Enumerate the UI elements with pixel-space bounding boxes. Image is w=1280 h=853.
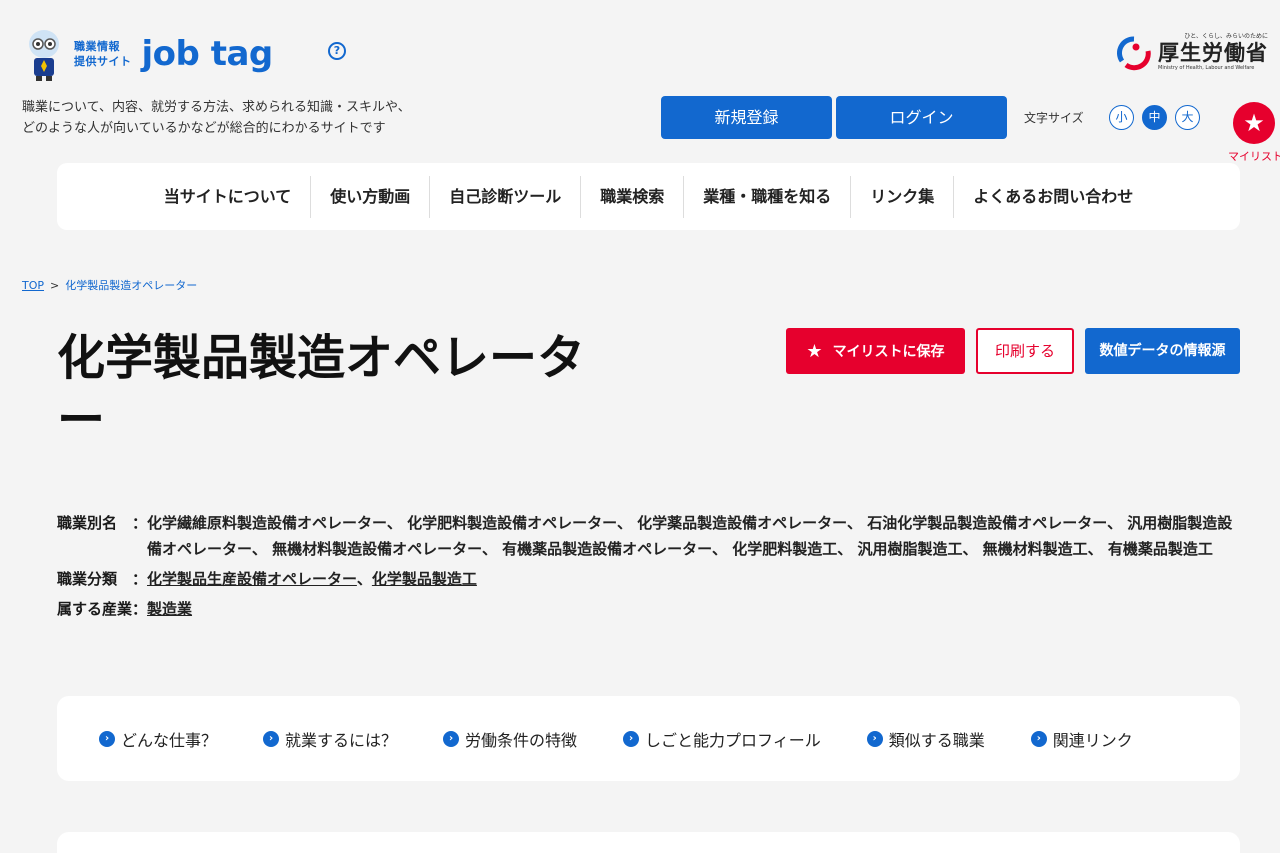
industry-label: 属する産業： xyxy=(57,600,148,618)
chevron-right-icon: › xyxy=(443,730,460,747)
category-separator: 、 xyxy=(356,570,372,588)
ministry-mark-icon xyxy=(1116,35,1152,71)
industry-row: 属する産業： 製造業 xyxy=(57,596,1237,622)
star-icon: ★ xyxy=(1243,109,1265,137)
page-title: 化学製品製造オペレーター xyxy=(57,330,586,448)
register-button[interactable]: 新規登録 xyxy=(661,96,832,139)
nav-item-self-diagnosis[interactable]: 自己診断ツール xyxy=(430,175,582,218)
category-link-1[interactable]: 化学製品生産設備オペレーター xyxy=(147,570,357,588)
category-label: 職業分類 ： xyxy=(57,570,148,588)
chevron-right-icon: › xyxy=(99,730,115,747)
mascot-icon xyxy=(22,26,66,82)
font-size-medium-button[interactable]: 中 xyxy=(1142,105,1167,130)
nav-item-videos[interactable]: 使い方動画 xyxy=(311,175,431,218)
category-link-2[interactable]: 化学製品製造工 xyxy=(372,570,477,588)
font-size-small-button[interactable]: 小 xyxy=(1109,105,1134,130)
nav-item-job-search[interactable]: 職業検索 xyxy=(581,175,685,218)
print-button[interactable]: 印刷する xyxy=(976,328,1074,374)
chevron-right-icon: › xyxy=(866,730,883,747)
alias-row: 職業別名 ： 化学繊維原料製造設備オペレーター、 化学肥料製造設備オペレーター、… xyxy=(57,510,1237,562)
help-icon[interactable]: ? xyxy=(328,42,346,60)
content-card xyxy=(57,832,1240,853)
section-anchor-nav: › どんな仕事？ › 就業するには？ › 労働条件の特徴 › しごと能力プロフィール ›… xyxy=(57,696,1240,781)
anchor-work-conditions[interactable]: › 労働条件の特徴 xyxy=(443,727,577,751)
breadcrumb-top-link[interactable]: TOP xyxy=(22,279,44,292)
anchor-how-to-work[interactable]: › 就業するには？ xyxy=(263,727,397,751)
category-row: 職業分類 ： 化学製品生産設備オペレーター、化学製品製造工 xyxy=(57,566,1237,592)
occupation-meta: 職業別名 ： 化学繊維原料製造設備オペレーター、 化学肥料製造設備オペレーター、… xyxy=(57,510,1237,626)
anchor-similar-jobs[interactable]: › 類似する職業 xyxy=(866,727,985,751)
logo-subtitle: 職業情報 提供サイト xyxy=(74,40,132,68)
ministry-tagline: ひと、くらし、みらいのために xyxy=(1184,33,1268,40)
breadcrumb: TOP > 化学製品製造オペレーター xyxy=(22,277,197,293)
nav-item-faq[interactable]: よくあるお問い合わせ xyxy=(954,176,1152,218)
nav-item-industry[interactable]: 業種・職種を知る xyxy=(684,175,852,218)
breadcrumb-separator: > xyxy=(50,279,60,292)
login-button[interactable]: ログイン xyxy=(836,96,1007,139)
breadcrumb-current: 化学製品製造オペレーター xyxy=(65,279,198,292)
alias-label: 職業別名 ： xyxy=(57,514,148,532)
global-nav: 当サイトについて 使い方動画 自己診断ツール 職業検索 業種・職種を知る リンク… xyxy=(57,163,1240,230)
site-logo[interactable]: 職業情報 提供サイト job tag xyxy=(22,26,273,82)
data-source-button[interactable]: 数値データの情報源 xyxy=(1085,328,1240,374)
mylist-button[interactable]: ★ xyxy=(1233,102,1275,144)
anchor-related-links[interactable]: › 関連リンク xyxy=(1030,727,1133,751)
font-size-label: 文字サイズ xyxy=(1024,111,1084,125)
nav-item-about[interactable]: 当サイトについて xyxy=(145,175,312,218)
chevron-right-icon: › xyxy=(263,730,280,747)
industry-link[interactable]: 製造業 xyxy=(147,600,192,618)
chevron-right-icon: › xyxy=(1030,730,1047,747)
star-icon: ★ xyxy=(806,340,823,362)
logo-text: job tag xyxy=(141,34,274,74)
alias-value: 化学繊維原料製造設備オペレーター、 化学肥料製造設備オペレーター、 化学薬品製造… xyxy=(147,514,1233,558)
save-to-mylist-label: マイリストに保存 xyxy=(832,344,945,360)
mylist-label: マイリスト xyxy=(1228,150,1280,163)
anchor-what-job[interactable]: › どんな仕事？ xyxy=(99,727,217,751)
ministry-logo[interactable]: ひと、くらし、みらいのために 厚生労働省 Ministry of Health,… xyxy=(1116,33,1268,72)
save-to-mylist-button[interactable]: ★ マイリストに保存 xyxy=(786,328,965,374)
chevron-right-icon: › xyxy=(623,730,640,747)
nav-item-links[interactable]: リンク集 xyxy=(851,175,955,218)
font-size-large-button[interactable]: 大 xyxy=(1175,105,1200,130)
ministry-english-name: Ministry of Health, Labour and Welfare xyxy=(1158,65,1255,71)
site-tagline: 職業について、内容、就労する方法、求められる知識・スキルや、 どのような人が向い… xyxy=(22,100,411,136)
ministry-name: 厚生労働省 xyxy=(1158,41,1268,65)
anchor-ability-profile[interactable]: › しごと能力プロフィール xyxy=(623,727,821,751)
